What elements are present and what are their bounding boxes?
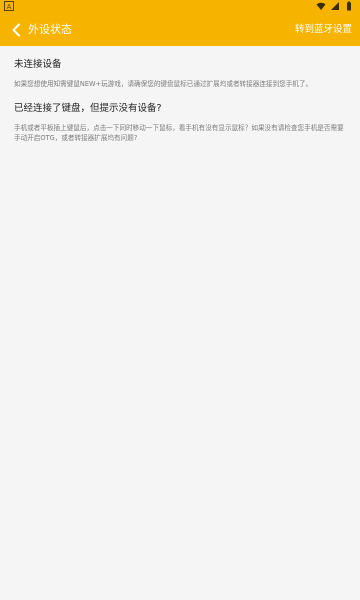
battery-icon [347, 1, 351, 11]
app-bar: 外设状态 转到蓝牙设置 [0, 14, 360, 46]
status-bar: A [0, 0, 360, 14]
notification-badge: A [4, 1, 14, 11]
section-title: 未连接设备 [14, 59, 62, 70]
content: 未连接设备 如果您想使用知需键鼠NEW+玩游戏，请确保您的键盘鼠标已通过扩展坞或… [14, 58, 346, 156]
section-body: 手机或者平板插上键鼠后，点击一下同时移动一下鼠标，看手机有没有显示鼠标？如果没有… [14, 124, 344, 142]
page-title: 外设状态 [28, 23, 72, 36]
section-body: 如果您想使用知需键鼠NEW+玩游戏，请确保您的键盘鼠标已通过扩展坞或者转接器连接… [14, 80, 313, 88]
back-button[interactable] [4, 18, 28, 42]
chevron-left-icon [12, 23, 20, 37]
wifi-icon [316, 2, 326, 10]
section-connected-no-device: 已经连接了键盘，但提示没有设备? 手机或者平板插上键鼠后，点击一下同时移动一下鼠… [14, 102, 346, 143]
signal-icon [331, 2, 339, 10]
section-no-device: 未连接设备 如果您想使用知需键鼠NEW+玩游戏，请确保您的键盘鼠标已通过扩展坞或… [14, 58, 346, 89]
section-title: 已经连接了键盘，但提示没有设备? [14, 103, 162, 114]
bluetooth-settings-link[interactable]: 转到蓝牙设置 [295, 14, 352, 46]
status-icons [316, 1, 354, 11]
